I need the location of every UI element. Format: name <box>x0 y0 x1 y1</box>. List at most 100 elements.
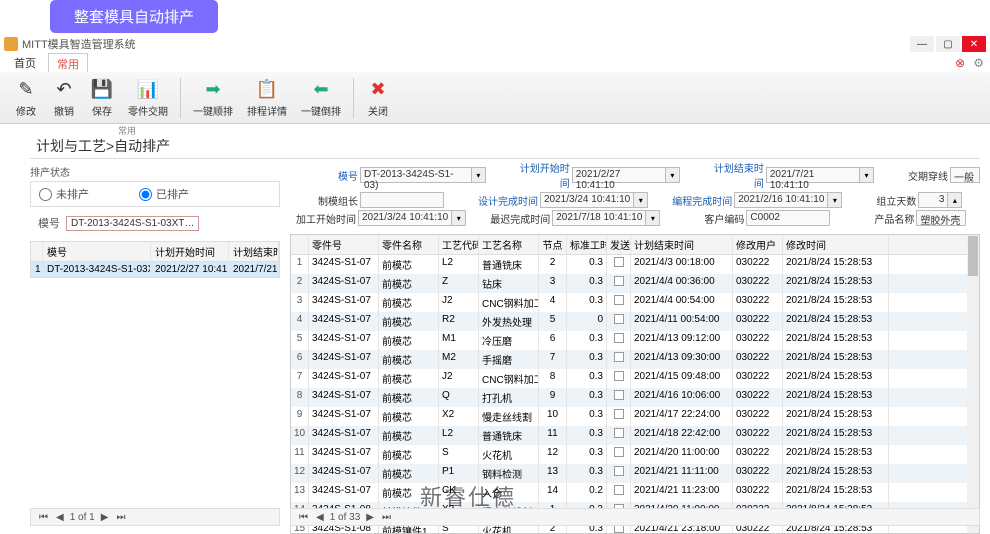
window-close-button[interactable]: ✕ <box>962 36 986 52</box>
spinner-icon[interactable]: ▴ <box>948 192 962 208</box>
parts-due-button[interactable]: 📊零件交期 <box>122 76 174 120</box>
help-icon[interactable]: ⊗ <box>955 56 965 70</box>
plan-start-input[interactable]: 2021/2/27 10:41:10 <box>572 167 666 183</box>
pager-first-icon[interactable]: ⏮ <box>297 512 310 523</box>
table-row[interactable]: 23424S-S1-07前模芯Z钻床30.32021/4/4 00:36:000… <box>291 274 979 293</box>
col-start[interactable]: 计划开始时间 <box>151 242 229 261</box>
col-part-no[interactable]: 零件号 <box>309 235 379 254</box>
col-part-name[interactable]: 零件名称 <box>379 235 439 254</box>
team-input[interactable] <box>360 192 444 208</box>
table-row[interactable]: 73424S-S1-07前模芯J2CNC钢料加工80.32021/4/15 09… <box>291 369 979 388</box>
checkbox[interactable] <box>614 371 624 381</box>
setup-days-lbl: 组立天数 <box>866 193 916 208</box>
col-plan-end[interactable]: 计划结束时间 <box>631 235 733 254</box>
reverse-button[interactable]: ⬅一键倒排 <box>295 76 347 120</box>
save-button[interactable]: 💾保存 <box>84 76 120 120</box>
dropdown-icon[interactable]: ▾ <box>452 210 466 226</box>
checkbox[interactable] <box>614 295 624 305</box>
col-node[interactable]: 节点 <box>539 235 567 254</box>
design-done-input[interactable]: 2021/3/24 10:41:10 <box>540 192 634 208</box>
arrow-left-icon: ⬅ <box>309 78 333 102</box>
col-proc-code[interactable]: 工艺代码 <box>439 235 479 254</box>
undo-icon: ↶ <box>52 78 76 102</box>
latest-done-input[interactable]: 2021/7/18 10:41:10 <box>552 210 646 226</box>
save-icon: 💾 <box>90 78 114 102</box>
table-row[interactable]: 123424S-S1-07前模芯P1钢料检测130.32021/4/21 11:… <box>291 464 979 483</box>
checkbox[interactable] <box>614 409 624 419</box>
col-proc-name[interactable]: 工艺名称 <box>479 235 539 254</box>
col-std-hr[interactable]: 标准工时 <box>567 235 607 254</box>
modify-button[interactable]: ✎修改 <box>8 76 44 120</box>
pager-prev-icon[interactable]: ◀ <box>314 512 326 523</box>
checkbox[interactable] <box>614 257 624 267</box>
planned-radio[interactable]: 已排产 <box>139 186 189 202</box>
unplanned-radio[interactable]: 未排产 <box>39 186 89 202</box>
dropdown-icon[interactable]: ▾ <box>860 167 874 183</box>
left-pager: ⏮ ◀ 1 of 1 ▶ ⏭ <box>30 508 280 526</box>
tab-home[interactable]: 首页 <box>6 53 44 73</box>
pager-first-icon[interactable]: ⏮ <box>37 512 50 523</box>
chart-icon: 📊 <box>136 78 160 102</box>
seq-button[interactable]: ➡一键顺排 <box>187 76 239 120</box>
prog-done-input[interactable]: 2021/2/16 10:41:10 <box>734 192 828 208</box>
dropdown-icon[interactable]: ▾ <box>472 167 486 183</box>
close-button[interactable]: ✖关闭 <box>360 76 396 120</box>
pager-next-icon[interactable]: ▶ <box>364 512 376 523</box>
col-send[interactable]: 发送 <box>607 235 631 254</box>
tab-common[interactable]: 常用 <box>48 53 88 74</box>
checkbox[interactable] <box>614 390 624 400</box>
table-row[interactable]: 13424S-S1-07前模芯L2普通铣床20.32021/4/3 00:18:… <box>291 255 979 274</box>
table-row[interactable]: 43424S-S1-07前模芯R2外发热处理502021/4/11 00:54:… <box>291 312 979 331</box>
dropdown-icon[interactable]: ▾ <box>666 167 680 183</box>
plan-start-lbl: 计划开始时间 <box>510 160 570 190</box>
checkbox[interactable] <box>614 466 624 476</box>
dropdown-icon[interactable]: ▾ <box>828 192 842 208</box>
due-input[interactable]: 一般 <box>950 167 980 183</box>
design-done-lbl: 设计完成时间 <box>478 193 538 208</box>
table-row[interactable]: 113424S-S1-07前模芯S火花机120.32021/4/20 11:00… <box>291 445 979 464</box>
table-row[interactable]: 53424S-S1-07前模芯M1冷压磨60.32021/4/13 09:12:… <box>291 331 979 350</box>
scrollbar[interactable] <box>967 235 979 533</box>
proc-start-input[interactable]: 2021/3/24 10:41:10 <box>358 210 452 226</box>
plan-end-input[interactable]: 2021/7/21 10:41:10 <box>766 167 860 183</box>
dropdown-icon[interactable]: ▾ <box>646 210 660 226</box>
form-area: 模号DT-2013-3424S-S1-03)▾ 计划开始时间2021/2/27 … <box>290 158 980 234</box>
checkbox[interactable] <box>614 314 624 324</box>
undo-button[interactable]: ↶撤销 <box>46 76 82 120</box>
setup-days-input[interactable]: 3 <box>918 192 948 208</box>
pager-last-icon[interactable]: ⏭ <box>380 512 393 523</box>
detail-button[interactable]: 📋排程详情 <box>241 76 293 120</box>
table-row[interactable]: 93424S-S1-07前模芯X2慢走丝线割100.32021/4/17 22:… <box>291 407 979 426</box>
col-mod-time[interactable]: 修改时间 <box>783 235 889 254</box>
table-row[interactable]: 63424S-S1-07前模芯M2手摇磨70.32021/4/13 09:30:… <box>291 350 979 369</box>
checkbox[interactable] <box>614 276 624 286</box>
table-row[interactable]: 83424S-S1-07前模芯Q打孔机90.32021/4/16 10:06:0… <box>291 388 979 407</box>
checkbox[interactable] <box>614 485 624 495</box>
breadcrumb: 计划与工艺>自动排产 <box>36 136 170 156</box>
cust-input[interactable]: C0002 <box>746 210 830 226</box>
checkbox[interactable] <box>614 352 624 362</box>
prod-input[interactable]: 塑胶外壳 <box>916 210 966 226</box>
pager-next-icon[interactable]: ▶ <box>99 512 111 523</box>
col-end[interactable]: 计划结束时间 <box>229 242 279 261</box>
table-row[interactable]: 103424S-S1-07前模芯L2普通铣床110.32021/4/18 22:… <box>291 426 979 445</box>
checkbox[interactable] <box>614 428 624 438</box>
cust-lbl: 客户编码 <box>694 211 744 226</box>
mold-input[interactable]: DT-2013-3424S-S1-03) <box>360 167 472 183</box>
table-row[interactable]: 33424S-S1-07前模芯J2CNC钢料加工40.32021/4/4 00:… <box>291 293 979 312</box>
mold-filter-input[interactable]: DT-2013-3424S-S1-03XT… <box>66 216 199 231</box>
minimize-button[interactable]: — <box>910 36 934 52</box>
left-panel: 排产状态 未排产 已排产 模号 DT-2013-3424S-S1-03XT… 模… <box>30 162 280 278</box>
table-row[interactable]: 1DT-2013-3424S-S1-03XT2021/2/27 10:41:10… <box>31 262 279 277</box>
checkbox[interactable] <box>614 447 624 457</box>
table-row[interactable]: 133424S-S1-07前模芯CK入仓140.22021/4/21 11:23… <box>291 483 979 502</box>
maximize-button[interactable]: ▢ <box>936 36 960 52</box>
dropdown-icon[interactable]: ▾ <box>634 192 648 208</box>
checkbox[interactable] <box>614 333 624 343</box>
col-mod-user[interactable]: 修改用户 <box>733 235 783 254</box>
proc-start-lbl: 加工开始时间 <box>290 211 356 226</box>
pager-prev-icon[interactable]: ◀ <box>54 512 66 523</box>
pager-last-icon[interactable]: ⏭ <box>114 512 127 523</box>
settings-icon[interactable]: ⚙ <box>973 56 984 70</box>
col-mold[interactable]: 模号 <box>43 242 151 261</box>
